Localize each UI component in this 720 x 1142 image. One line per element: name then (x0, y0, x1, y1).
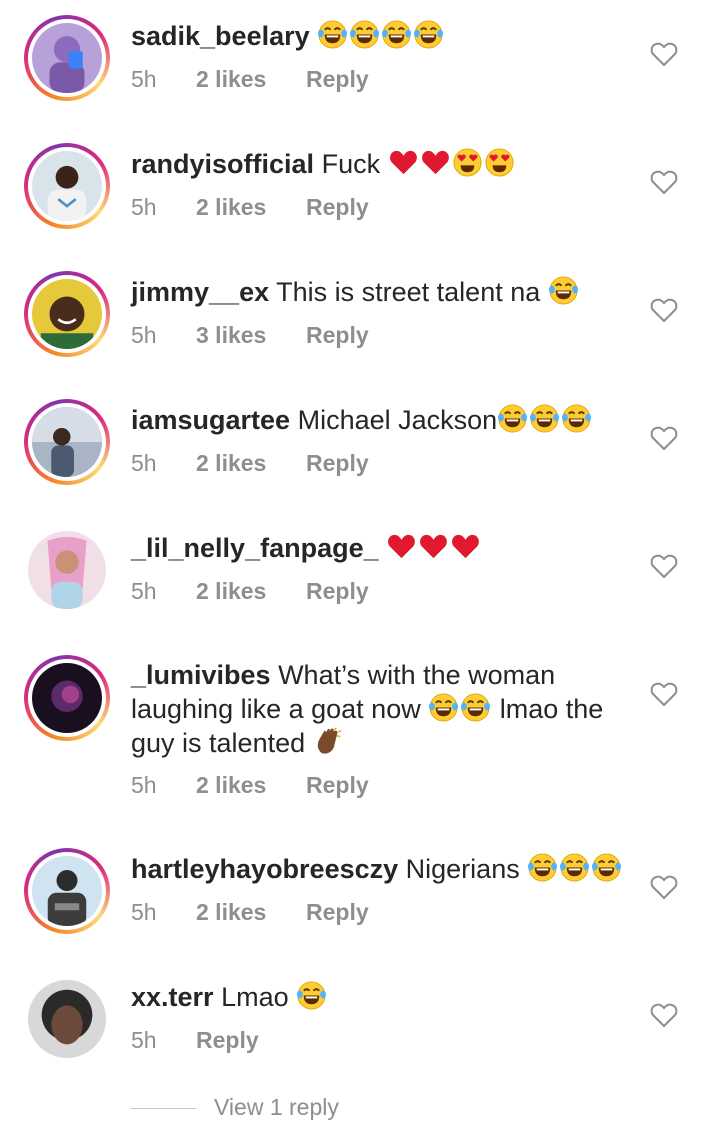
red-heart-emoji (420, 147, 451, 178)
comment-text: _lil_nelly_fanpage_ (131, 531, 631, 565)
likes-count[interactable]: 3 likes (196, 322, 306, 349)
like-heart-icon[interactable] (650, 553, 678, 579)
clapping-hands-emoji (313, 726, 344, 757)
comment-text: sadik_beelary (131, 19, 631, 53)
timestamp: 5h (131, 66, 157, 92)
likes-count[interactable]: 2 likes (196, 772, 306, 799)
likes-count[interactable]: 2 likes (196, 578, 306, 605)
joy-emoji (529, 403, 560, 434)
like-heart-icon[interactable] (650, 41, 678, 67)
joy-emoji (428, 692, 459, 723)
username-link[interactable]: _lil_nelly_fanpage_ (131, 533, 379, 563)
comment-text: xx.terr Lmao (131, 980, 631, 1014)
likes-count[interactable]: 2 likes (196, 450, 306, 477)
joy-emoji (296, 980, 327, 1011)
comment-body: What’s with the woman (278, 660, 556, 690)
avatar[interactable] (24, 655, 110, 741)
username-link[interactable]: xx.terr (131, 982, 214, 1012)
joy-emoji (497, 403, 528, 434)
joy-emoji (559, 852, 590, 883)
comment-body: lmao the (499, 694, 604, 724)
joy-emoji (381, 19, 412, 50)
username-link[interactable]: iamsugartee (131, 405, 290, 435)
view-replies-label: View 1 reply (214, 1094, 339, 1120)
reply-button[interactable]: Reply (306, 66, 369, 93)
red-heart-emoji (388, 147, 419, 178)
comment-text: _lumivibes What’s with the woman laughin… (131, 659, 631, 760)
joy-emoji (527, 852, 558, 883)
username-link[interactable]: hartleyhayobreesczy (131, 854, 398, 884)
comment-text: iamsugartee Michael Jackson (131, 403, 631, 437)
comment-body: Nigerians (405, 854, 520, 884)
like-heart-icon[interactable] (650, 1002, 678, 1028)
red-heart-emoji (386, 531, 417, 562)
avatar[interactable] (24, 15, 110, 101)
divider-line (130, 1108, 196, 1110)
joy-emoji (413, 19, 444, 50)
like-heart-icon[interactable] (650, 681, 678, 707)
username-link[interactable]: sadik_beelary (131, 21, 310, 51)
red-heart-emoji (418, 531, 449, 562)
timestamp: 5h (131, 450, 157, 476)
likes-count[interactable]: 2 likes (196, 66, 306, 93)
likes-count[interactable]: 2 likes (196, 194, 306, 221)
heart-eyes-emoji (452, 147, 483, 178)
reply-button[interactable]: Reply (306, 322, 369, 349)
timestamp: 5h (131, 578, 157, 604)
avatar[interactable] (24, 399, 110, 485)
username-link[interactable]: jimmy__ex (131, 277, 269, 307)
avatar[interactable] (24, 527, 110, 613)
like-heart-icon[interactable] (650, 169, 678, 195)
comment-text: jimmy__ex This is street talent na (131, 275, 631, 309)
reply-button[interactable]: Reply (306, 772, 369, 799)
avatar[interactable] (24, 271, 110, 357)
like-heart-icon[interactable] (650, 425, 678, 451)
comment-body: guy is talented (131, 728, 306, 758)
timestamp: 5h (131, 772, 157, 798)
comment-text: hartleyhayobreesczy Nigerians (131, 852, 631, 886)
comment-meta: 5h 3 likes Reply (131, 322, 369, 349)
comment-meta: 5h Reply (131, 1027, 259, 1054)
timestamp: 5h (131, 194, 157, 220)
like-heart-icon[interactable] (650, 297, 678, 323)
timestamp: 5h (131, 1027, 157, 1053)
view-replies-link[interactable]: View 1 reply (130, 1094, 339, 1121)
avatar[interactable] (24, 848, 110, 934)
username-link[interactable]: randyisofficial (131, 149, 314, 179)
comment-meta: 5h 2 likes Reply (131, 194, 369, 221)
comment-body: Lmao (221, 982, 289, 1012)
joy-emoji (317, 19, 348, 50)
joy-emoji (561, 403, 592, 434)
comment-body: laughing like a goat now (131, 694, 421, 724)
comment-body: Michael Jackson (297, 405, 498, 435)
avatar[interactable] (24, 143, 110, 229)
joy-emoji (349, 19, 380, 50)
comment-meta: 5h 2 likes Reply (131, 772, 369, 799)
timestamp: 5h (131, 322, 157, 348)
reply-button[interactable]: Reply (196, 1027, 259, 1054)
reply-button[interactable]: Reply (306, 450, 369, 477)
username-link[interactable]: _lumivibes (131, 660, 271, 690)
red-heart-emoji (450, 531, 481, 562)
joy-emoji (460, 692, 491, 723)
reply-button[interactable]: Reply (306, 899, 369, 926)
reply-button[interactable]: Reply (306, 194, 369, 221)
joy-emoji (548, 275, 579, 306)
comment-meta: 5h 2 likes Reply (131, 899, 369, 926)
timestamp: 5h (131, 899, 157, 925)
comment-meta: 5h 2 likes Reply (131, 450, 369, 477)
likes-count[interactable]: 2 likes (196, 899, 306, 926)
comment-text: randyisofficial Fuck (131, 147, 631, 181)
joy-emoji (591, 852, 622, 883)
comment-body: Fuck (321, 149, 381, 179)
reply-button[interactable]: Reply (306, 578, 369, 605)
comment-meta: 5h 2 likes Reply (131, 578, 369, 605)
comment-body: This is street talent na (276, 277, 541, 307)
avatar[interactable] (24, 976, 110, 1062)
comment-meta: 5h 2 likes Reply (131, 66, 369, 93)
heart-eyes-emoji (484, 147, 515, 178)
like-heart-icon[interactable] (650, 874, 678, 900)
